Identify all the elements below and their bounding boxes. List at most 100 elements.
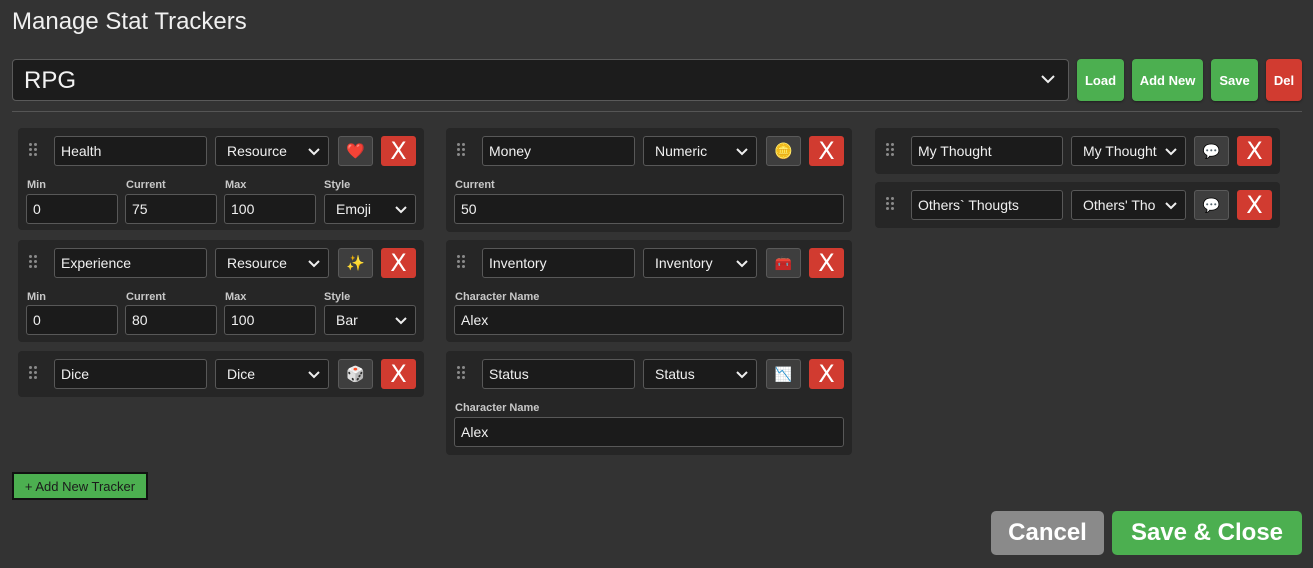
max-input[interactable]: 100 (224, 305, 316, 335)
delete-tracker-button[interactable]: X (809, 136, 844, 166)
delete-tracker-button[interactable]: X (1237, 190, 1272, 220)
heart-icon: ❤️ (346, 143, 365, 160)
tracker-name-input[interactable]: Health (54, 136, 207, 166)
character-name-label: Character Name (455, 291, 540, 303)
chevron-down-icon (736, 371, 748, 379)
min-input[interactable]: 0 (26, 305, 118, 335)
chart-icon-button[interactable]: 📉 (766, 359, 801, 389)
tracker-card-status: Status Status 📉 X Character Name Alex (446, 351, 852, 455)
tracker-name-input[interactable]: My Thought (911, 136, 1063, 166)
speech-bubble-icon: 💬 (1202, 196, 1221, 213)
chevron-down-icon (395, 317, 407, 325)
delete-tracker-button[interactable]: X (1237, 136, 1272, 166)
tracker-type-value: Inventory (655, 255, 713, 271)
tracker-type-value: Others' Tho (1083, 197, 1156, 213)
style-value: Bar (336, 312, 358, 328)
style-value: Emoji (336, 201, 372, 217)
max-input[interactable]: 100 (224, 194, 316, 224)
current-input[interactable]: 50 (454, 194, 844, 224)
delete-tracker-button[interactable]: X (381, 136, 416, 166)
character-name-input[interactable]: Alex (454, 305, 844, 335)
drag-handle-icon[interactable] (29, 366, 39, 382)
toolbox-icon-button[interactable]: 🧰 (766, 248, 801, 278)
current-input[interactable]: 80 (125, 305, 217, 335)
current-input[interactable]: 75 (125, 194, 217, 224)
delete-tracker-button[interactable]: X (381, 248, 416, 278)
delete-preset-button[interactable]: Del (1266, 59, 1302, 101)
divider (12, 111, 1302, 112)
min-label: Min (27, 179, 46, 191)
current-label: Current (126, 291, 166, 303)
tracker-card-my-thought: My Thought My Thought 💬 X (875, 128, 1280, 174)
chevron-down-icon (308, 260, 320, 268)
save-and-close-button[interactable]: Save & Close (1112, 511, 1302, 555)
drag-handle-icon[interactable] (29, 143, 39, 159)
chevron-down-icon (1041, 75, 1055, 84)
current-label: Current (455, 179, 495, 191)
tracker-type-select[interactable]: My Thought (1071, 136, 1186, 166)
style-select[interactable]: Bar (324, 305, 416, 335)
sparkles-icon-button[interactable]: ✨ (338, 248, 373, 278)
min-label: Min (27, 291, 46, 303)
chevron-down-icon (1165, 148, 1177, 156)
chevron-down-icon (736, 260, 748, 268)
tracker-name-input[interactable]: Dice (54, 359, 207, 389)
speech-bubble-icon-button[interactable]: 💬 (1194, 190, 1229, 220)
style-label: Style (324, 291, 351, 303)
character-name-input[interactable]: Alex (454, 417, 844, 447)
heart-icon-button[interactable]: ❤️ (338, 136, 373, 166)
tracker-card-dice: Dice Dice 🎲 X (18, 351, 424, 397)
preset-row: RPG Load Add New Save Del (12, 59, 1302, 101)
coin-icon-button[interactable]: 🪙 (766, 136, 801, 166)
speech-bubble-icon-button[interactable]: 💬 (1194, 136, 1229, 166)
toolbox-icon: 🧰 (774, 254, 793, 271)
save-preset-button[interactable]: Save (1211, 59, 1258, 101)
drag-handle-icon[interactable] (886, 197, 896, 213)
delete-tracker-button[interactable]: X (809, 248, 844, 278)
tracker-type-select[interactable]: Resource (215, 136, 329, 166)
drag-handle-icon[interactable] (457, 143, 467, 159)
style-select[interactable]: Emoji (324, 194, 416, 224)
tracker-name-input[interactable]: Money (482, 136, 635, 166)
tracker-name-input[interactable]: Experience (54, 248, 207, 278)
chevron-down-icon (1165, 202, 1177, 210)
current-label: Current (126, 179, 166, 191)
tracker-type-select[interactable]: Others' Tho (1071, 190, 1186, 220)
speech-bubble-icon: 💬 (1202, 142, 1221, 159)
tracker-card-health: Health Resource ❤️ X Min Current Max Sty… (18, 128, 424, 230)
tracker-name-input[interactable]: Others` Thougts (911, 190, 1063, 220)
tracker-card-money: Money Numeric 🪙 X Current 50 (446, 128, 852, 232)
drag-handle-icon[interactable] (457, 366, 467, 382)
preset-select[interactable]: RPG (12, 59, 1069, 101)
coin-icon: 🪙 (774, 143, 793, 160)
tracker-type-select[interactable]: Dice (215, 359, 329, 389)
cancel-button[interactable]: Cancel (991, 511, 1104, 555)
tracker-type-value: My Thought (1083, 143, 1157, 159)
tracker-type-value: Dice (227, 366, 256, 382)
tracker-type-select[interactable]: Status (643, 359, 757, 389)
add-new-preset-button[interactable]: Add New (1132, 59, 1203, 101)
tracker-name-input[interactable]: Status (482, 359, 635, 389)
tracker-type-value: Status (655, 366, 695, 382)
delete-tracker-button[interactable]: X (809, 359, 844, 389)
tracker-card-inventory: Inventory Inventory 🧰 X Character Name A… (446, 240, 852, 342)
add-new-tracker-button[interactable]: + Add New Tracker (12, 472, 148, 500)
drag-handle-icon[interactable] (886, 143, 896, 159)
chevron-down-icon (308, 371, 320, 379)
chevron-down-icon (395, 206, 407, 214)
load-button[interactable]: Load (1077, 59, 1124, 101)
tracker-name-input[interactable]: Inventory (482, 248, 635, 278)
preset-select-value: RPG (24, 67, 77, 94)
tracker-type-select[interactable]: Numeric (643, 136, 757, 166)
tracker-type-select[interactable]: Inventory (643, 248, 757, 278)
tracker-type-select[interactable]: Resource (215, 248, 329, 278)
dice-icon: 🎲 (346, 366, 365, 383)
delete-tracker-button[interactable]: X (381, 359, 416, 389)
min-input[interactable]: 0 (26, 194, 118, 224)
drag-handle-icon[interactable] (457, 255, 467, 271)
tracker-type-value: Resource (227, 255, 287, 271)
chevron-down-icon (736, 148, 748, 156)
dice-icon-button[interactable]: 🎲 (338, 359, 373, 389)
tracker-type-value: Numeric (655, 143, 708, 159)
drag-handle-icon[interactable] (29, 255, 39, 271)
